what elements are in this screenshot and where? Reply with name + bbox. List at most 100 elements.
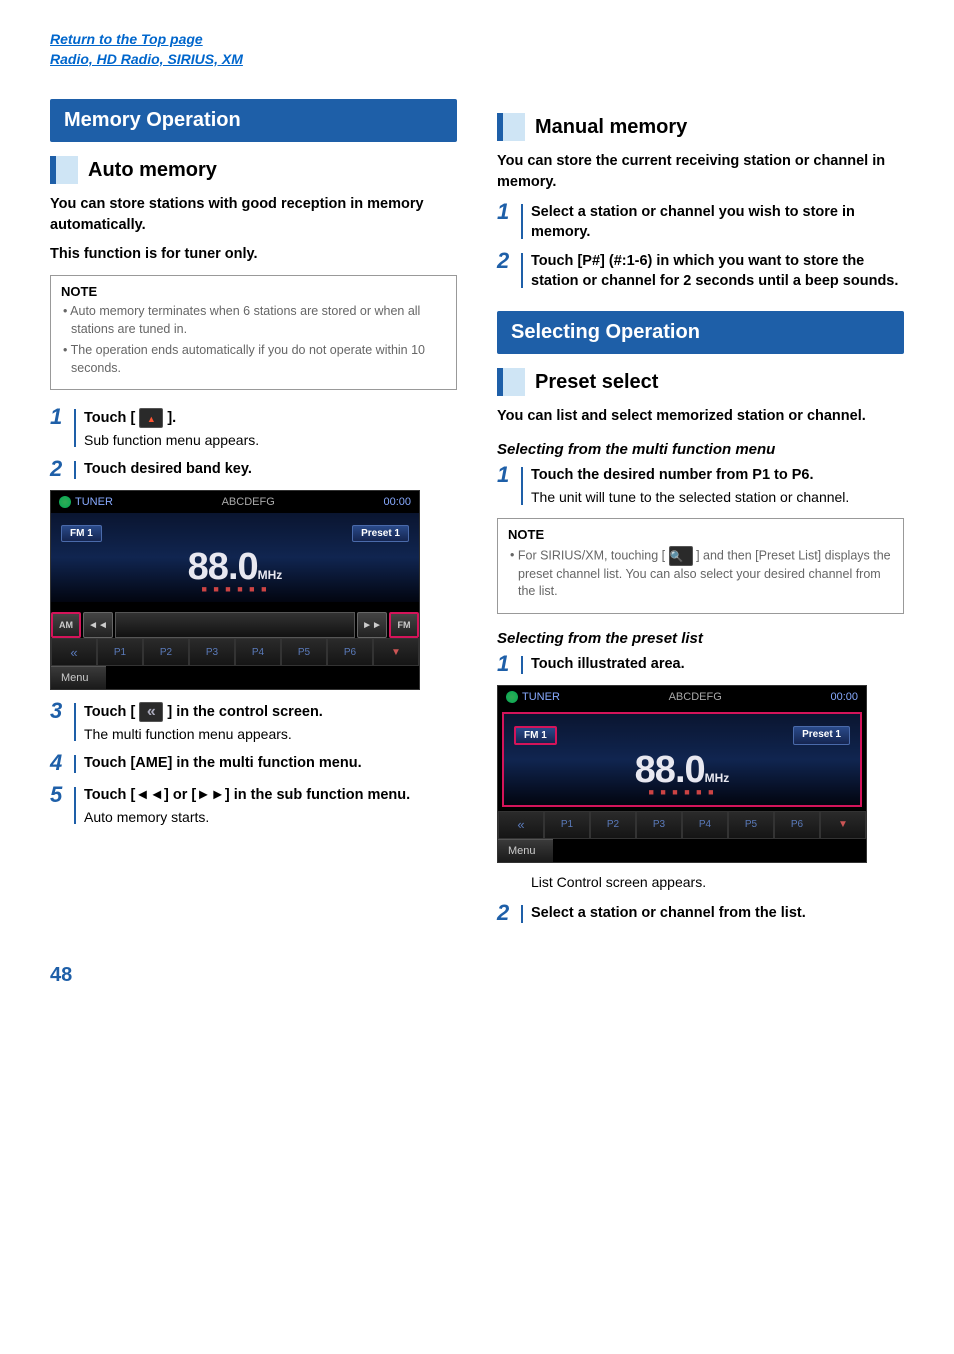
step-bar	[521, 656, 523, 674]
menu-button[interactable]: Menu	[498, 839, 553, 862]
preset-sub-icon[interactable]: ▼	[373, 638, 419, 666]
note-title: NOTE	[508, 527, 893, 542]
tuner-screenshot-2: TUNER ABCDEFG 00:00 FM 1 Preset 1 88.0MH…	[497, 685, 867, 863]
ss-presets: « P1 P2 P3 P4 P5 P6 ▼	[498, 811, 866, 839]
step-number: 5	[50, 784, 72, 806]
step-5: 5 Touch [◄◄] or [►►] in the sub function…	[50, 784, 457, 827]
ss-presets: « P1 P2 P3 P4 P5 P6 ▼	[51, 638, 419, 666]
step-bar	[521, 204, 523, 239]
ss-center-label: ABCDEFG	[560, 691, 831, 703]
ss-time: 00:00	[383, 496, 411, 508]
auto-memory-title: Auto memory	[88, 159, 217, 182]
manual-step-2-title: Touch [P#] (#:1-6) in which you want to …	[531, 252, 904, 291]
search-icon	[669, 546, 693, 566]
content-columns: Memory Operation Auto memory You can sto…	[50, 99, 904, 934]
section-link[interactable]: Radio, HD Radio, SIRIUS, XM	[50, 50, 904, 70]
auto-memory-desc2: This function is for tuner only.	[50, 244, 457, 265]
preset-p6[interactable]: P6	[774, 811, 820, 839]
note-box-right: NOTE For SIRIUS/XM, touching [ ] and the…	[497, 518, 904, 614]
manual-step-1: 1 Select a station or channel you wish t…	[497, 201, 904, 242]
top-links: Return to the Top page Radio, HD Radio, …	[50, 30, 904, 69]
step-bar	[74, 461, 76, 479]
menu-button[interactable]: Menu	[51, 666, 106, 689]
ss-main-highlighted[interactable]: FM 1 Preset 1 88.0MHz ■ ■ ■ ■ ■ ■	[502, 712, 862, 807]
ss-dial-row: AM ◄◄ ►► FM	[51, 612, 419, 638]
preset-p4[interactable]: P4	[235, 638, 281, 666]
auto-memory-header: Auto memory	[50, 156, 457, 184]
am-button[interactable]: AM	[51, 612, 81, 638]
fm-button[interactable]: FM	[389, 612, 419, 638]
ss-freq: 88.0MHz	[61, 548, 409, 586]
ss-topbar: TUNER ABCDEFG 00:00	[498, 686, 866, 708]
step-bar	[74, 755, 76, 773]
manual-memory-desc: You can store the current receiving stat…	[497, 151, 904, 193]
band-badge: FM 1	[61, 525, 102, 542]
ss-indicators: ■ ■ ■ ■ ■ ■	[514, 787, 850, 797]
preset-sub-icon[interactable]: ▼	[820, 811, 866, 839]
preset-step-1-desc: The unit will tune to the selected stati…	[531, 488, 904, 508]
preset-p3[interactable]: P3	[189, 638, 235, 666]
tuner-icon	[59, 496, 71, 508]
preset-p3[interactable]: P3	[636, 811, 682, 839]
step-1-title: Touch [ ].	[84, 408, 457, 428]
preset-p4[interactable]: P4	[682, 811, 728, 839]
up-arrow-icon	[139, 408, 163, 428]
step-content: Touch the desired number from P1 to P6. …	[531, 464, 904, 507]
selecting-operation-header: Selecting Operation	[497, 311, 904, 354]
preset-select-title: Preset select	[535, 371, 658, 394]
ss-badges: FM 1 Preset 1	[514, 726, 850, 745]
preset-p1[interactable]: P1	[97, 638, 143, 666]
preset-chevron-left[interactable]: «	[51, 638, 97, 666]
step-number: 2	[497, 902, 519, 924]
ss-time: 00:00	[830, 691, 858, 703]
step-bar	[521, 467, 523, 504]
ss-center-label: ABCDEFG	[113, 496, 384, 508]
preset-p5[interactable]: P5	[728, 811, 774, 839]
step-content: Touch desired band key.	[84, 458, 457, 480]
step-number: 1	[497, 201, 519, 223]
step-bar	[521, 905, 523, 923]
preset-p6[interactable]: P6	[327, 638, 373, 666]
step-4: 4 Touch [AME] in the multi function menu…	[50, 752, 457, 776]
preset-step-1: 1 Touch the desired number from P1 to P6…	[497, 464, 904, 507]
manual-memory-header: Manual memory	[497, 113, 904, 141]
note-item-2: The operation ends automatically if you …	[61, 342, 446, 377]
freq-unit: MHz	[258, 568, 283, 582]
step-number: 1	[497, 464, 519, 486]
return-link[interactable]: Return to the Top page	[50, 30, 904, 50]
seek-fwd-button[interactable]: ►►	[357, 612, 387, 638]
step-bar	[74, 409, 76, 447]
preset-list-heading: Selecting from the preset list	[497, 630, 904, 647]
step-number: 2	[50, 458, 72, 480]
preset-step-1-title: Touch the desired number from P1 to P6.	[531, 466, 904, 486]
preset-p2[interactable]: P2	[143, 638, 189, 666]
preset-p1[interactable]: P1	[544, 811, 590, 839]
page-number: 48	[50, 964, 904, 987]
seek-back-button[interactable]: ◄◄	[83, 612, 113, 638]
header-block-icon	[497, 368, 525, 396]
ss-title: TUNER	[59, 496, 113, 508]
manual-step-1-title: Select a station or channel you wish to …	[531, 203, 904, 242]
note-title: NOTE	[61, 284, 446, 299]
preset-chevron-left[interactable]: «	[498, 811, 544, 839]
tuner-icon	[506, 691, 518, 703]
note-item: For SIRIUS/XM, touching [ ] and then [Pr…	[508, 546, 893, 601]
band-badge-highlighted: FM 1	[514, 726, 557, 745]
step-3-desc: The multi function menu appears.	[84, 725, 457, 745]
step-bar	[74, 703, 76, 741]
step-content: Select a station or channel from the lis…	[531, 902, 904, 924]
ss-badges: FM 1 Preset 1	[61, 525, 409, 542]
step-number: 1	[497, 653, 519, 675]
preset-p2[interactable]: P2	[590, 811, 636, 839]
manual-memory-title: Manual memory	[535, 116, 687, 139]
freq-unit: MHz	[705, 771, 730, 785]
step-content: Touch [ ] in the control screen. The mul…	[84, 700, 457, 744]
step-2-title: Touch desired band key.	[84, 460, 457, 480]
header-block-icon	[497, 113, 525, 141]
chevron-left-icon	[139, 702, 163, 722]
multi-function-heading: Selecting from the multi function menu	[497, 441, 904, 458]
step-number: 1	[50, 406, 72, 428]
step-4-title: Touch [AME] in the multi function menu.	[84, 754, 457, 774]
list-step-2: 2 Select a station or channel from the l…	[497, 902, 904, 926]
preset-p5[interactable]: P5	[281, 638, 327, 666]
